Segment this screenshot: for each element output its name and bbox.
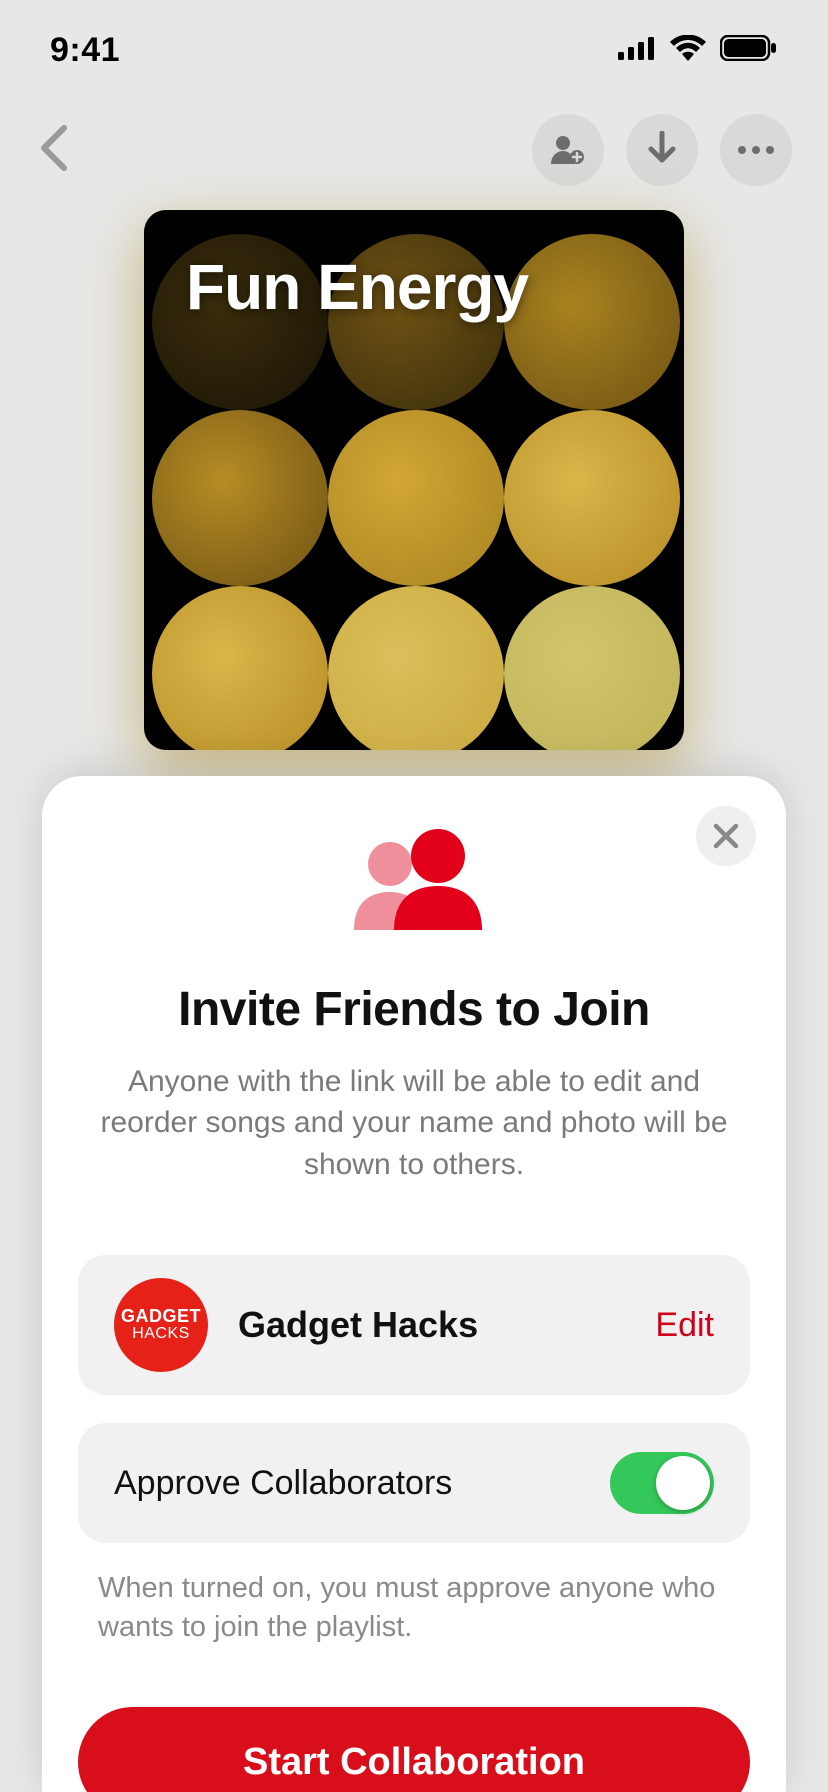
status-time: 9:41 — [50, 31, 120, 70]
approve-helper-text: When turned on, you must approve anyone … — [78, 1569, 750, 1647]
back-button[interactable] — [36, 124, 72, 177]
profile-row: GADGET HACKS Gadget Hacks Edit — [78, 1255, 750, 1395]
avatar-text-line2: HACKS — [132, 1325, 190, 1343]
approve-toggle[interactable] — [610, 1452, 714, 1514]
status-bar: 9:41 — [0, 0, 828, 100]
battery-icon — [720, 35, 778, 66]
more-button[interactable] — [720, 114, 792, 186]
download-button[interactable] — [626, 114, 698, 186]
playlist-title: Fun Energy — [186, 250, 528, 324]
invite-sheet: Invite Friends to Join Anyone with the l… — [42, 776, 786, 1792]
approve-collaborators-row: Approve Collaborators — [78, 1423, 750, 1543]
playlist-artwork: Fun Energy — [144, 210, 684, 750]
close-button[interactable] — [696, 806, 756, 866]
status-indicators — [618, 35, 778, 66]
approve-label: Approve Collaborators — [114, 1464, 610, 1503]
add-person-button[interactable] — [532, 114, 604, 186]
nav-bar — [0, 100, 828, 200]
cellular-icon — [618, 36, 656, 65]
avatar-text-line1: GADGET — [121, 1307, 201, 1325]
edit-button[interactable]: Edit — [655, 1306, 714, 1345]
sheet-title: Invite Friends to Join — [78, 982, 750, 1037]
start-collaboration-button[interactable]: Start Collaboration — [78, 1707, 750, 1792]
avatar: GADGET HACKS — [114, 1278, 208, 1372]
profile-name: Gadget Hacks — [238, 1304, 655, 1346]
sheet-description: Anyone with the link will be able to edi… — [78, 1061, 750, 1185]
people-icon — [78, 822, 750, 932]
wifi-icon — [670, 35, 706, 66]
